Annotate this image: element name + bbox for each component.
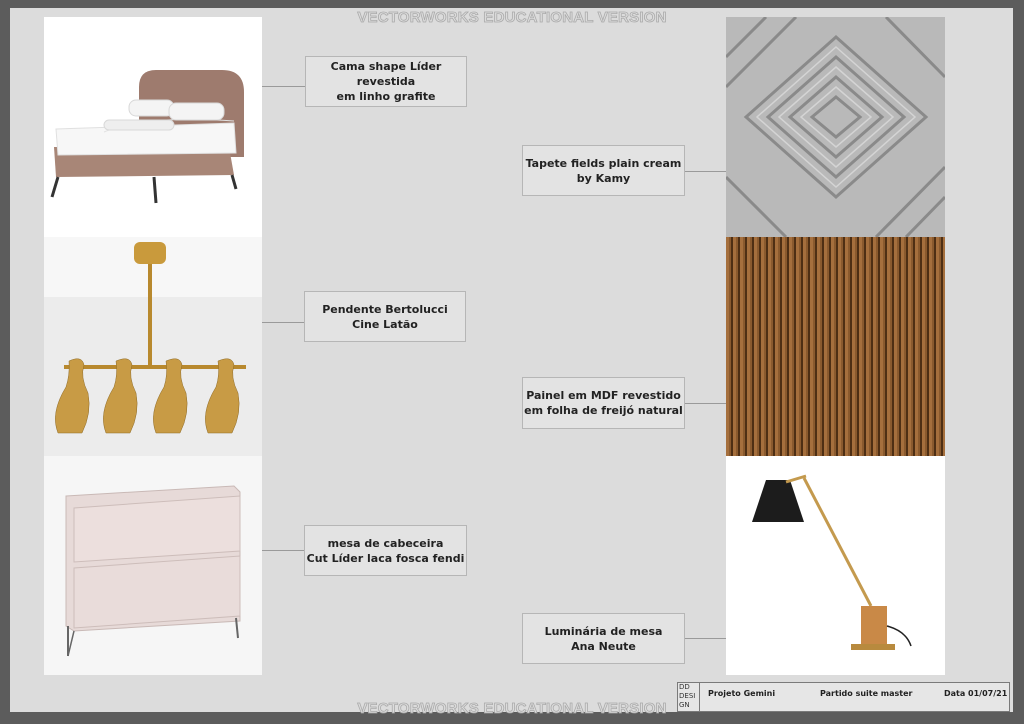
label-desk-lamp: Luminária de mesa Ana Neute bbox=[522, 613, 685, 664]
label-nightstand: mesa de cabeceira Cut Líder laca fosca f… bbox=[304, 525, 467, 576]
label-wood-panel: Painel em MDF revestido em folha de frei… bbox=[522, 377, 685, 429]
sheet-title: Partido suite master bbox=[820, 689, 913, 698]
connector-line bbox=[262, 322, 305, 323]
connector-line bbox=[685, 638, 726, 639]
label-pendant-lamp: Pendente Bertolucci Cine Latão bbox=[304, 291, 466, 342]
connector-line bbox=[262, 86, 305, 87]
connector-line bbox=[262, 550, 304, 551]
rug-photo bbox=[726, 17, 945, 237]
label-rug: Tapete fields plain cream by Kamy bbox=[522, 145, 685, 196]
connector-line bbox=[685, 403, 726, 404]
pendant-lamp-photo bbox=[44, 237, 262, 456]
sheet-date: Data 01/07/21 bbox=[944, 689, 1008, 698]
watermark-bottom: VECTORWORKS EDUCATIONAL VERSION bbox=[357, 700, 667, 718]
connector-line bbox=[685, 171, 726, 172]
project-name: Projeto Gemini bbox=[708, 689, 776, 698]
bed-photo bbox=[44, 17, 262, 237]
desk-lamp-photo bbox=[726, 456, 945, 675]
label-bed: Cama shape Líder revestida em linho graf… bbox=[305, 56, 467, 107]
wood-panel-photo bbox=[726, 237, 945, 456]
nightstand-photo bbox=[44, 456, 262, 675]
